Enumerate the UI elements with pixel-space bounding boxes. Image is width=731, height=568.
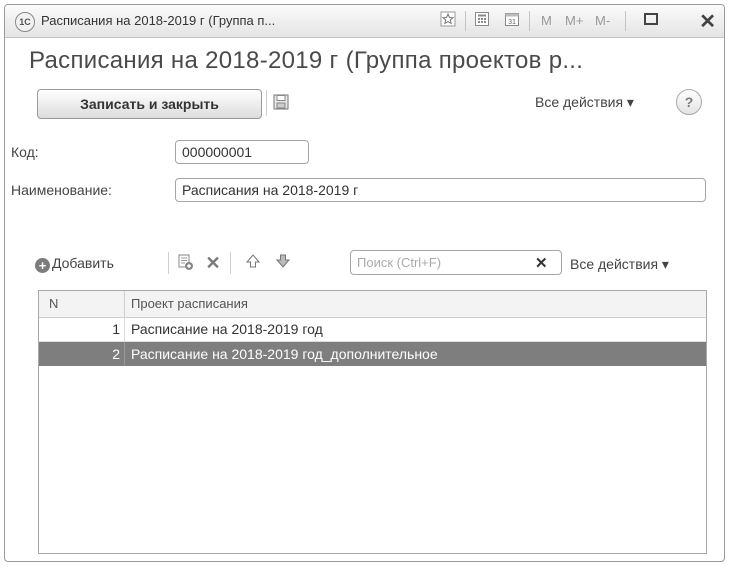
form-window: 1С Расписания на 2018-2019 г (Группа п..… [4, 4, 725, 562]
memory-button-m-minus[interactable]: M- [595, 13, 610, 28]
svg-text:31: 31 [508, 19, 516, 26]
memory-button-m[interactable]: M [541, 13, 552, 28]
floppy-icon[interactable] [273, 94, 289, 110]
row-project-name: Расписание на 2018-2019 год [124, 317, 706, 341]
title-bar: 1С Расписания на 2018-2019 г (Группа п..… [5, 5, 724, 38]
help-button[interactable]: ? [676, 89, 702, 115]
delete-x-icon[interactable]: ✕ [203, 253, 223, 274]
copy-add-icon[interactable] [175, 253, 195, 276]
row-number: 1 [112, 321, 120, 337]
toolbar-divider [529, 11, 530, 31]
calculator-icon[interactable] [472, 11, 492, 31]
table-row-selected[interactable]: 2 Расписание на 2018-2019 год_дополнител… [39, 342, 706, 366]
all-actions-menu[interactable]: Все действия ▾ [535, 94, 634, 111]
star-icon[interactable] [438, 11, 458, 31]
name-label: Наименование: [11, 182, 112, 198]
page-title: Расписания на 2018-2019 г (Группа проект… [29, 47, 584, 74]
maximize-icon[interactable] [641, 11, 661, 31]
table-header: N Проект расписания [39, 291, 706, 318]
toolbar-divider [230, 252, 231, 274]
row-project-name: Расписание на 2018-2019 год_дополнительн… [124, 342, 706, 366]
code-field[interactable] [175, 140, 309, 164]
add-button[interactable]: + Добавить [35, 255, 114, 273]
column-header-n[interactable]: N [49, 296, 58, 311]
arrow-down-icon[interactable] [273, 253, 293, 274]
table-all-actions-menu[interactable]: Все действия ▾ [570, 256, 669, 273]
search-clear-icon[interactable]: ✕ [535, 254, 548, 272]
toolbar-divider [266, 90, 267, 116]
plus-circle-icon: + [35, 258, 50, 273]
name-field[interactable] [175, 178, 706, 202]
calendar-icon[interactable]: 31 [502, 11, 522, 31]
toolbar-divider [625, 11, 626, 31]
column-header-project[interactable]: Проект расписания [131, 296, 248, 311]
table-row[interactable]: 1 Расписание на 2018-2019 год [39, 317, 706, 341]
column-divider [124, 291, 125, 317]
app-logo-icon[interactable]: 1С [15, 12, 35, 32]
close-icon[interactable]: ✕ [699, 9, 716, 34]
toolbar-divider [168, 252, 169, 274]
search-input[interactable] [350, 250, 562, 275]
window-title: Расписания на 2018-2019 г (Группа п... [41, 13, 276, 28]
arrow-up-icon[interactable] [243, 253, 263, 274]
row-number: 2 [112, 346, 120, 362]
toolbar-divider [465, 11, 466, 31]
add-button-label: Добавить [52, 255, 114, 271]
save-and-close-button[interactable]: Записать и закрыть [37, 89, 262, 119]
code-label: Код: [11, 144, 39, 160]
projects-table[interactable]: N Проект расписания 1 Расписание на 2018… [38, 290, 707, 554]
memory-button-m-plus[interactable]: M+ [565, 13, 583, 28]
